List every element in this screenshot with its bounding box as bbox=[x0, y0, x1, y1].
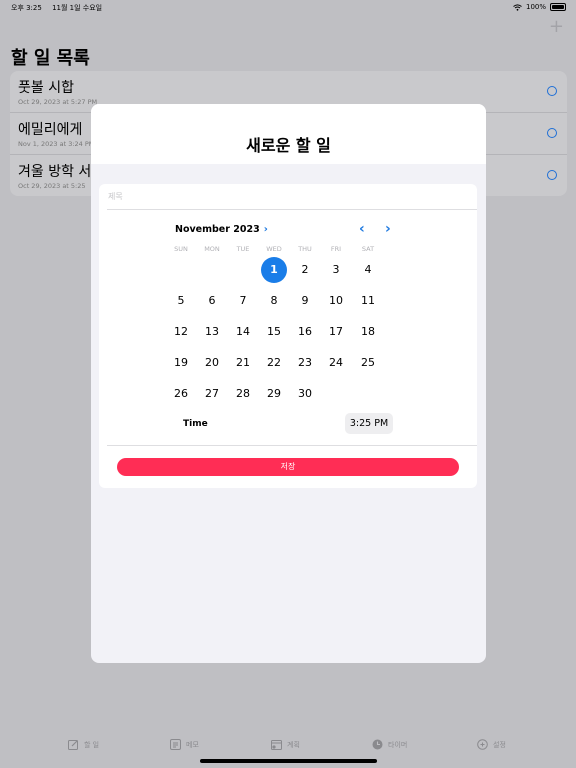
time-label: Time bbox=[183, 419, 208, 429]
tab-label: 타이머 bbox=[388, 740, 408, 749]
timer-icon bbox=[372, 739, 383, 750]
calendar-day[interactable]: 20 bbox=[199, 350, 225, 376]
calendar-day[interactable]: 29 bbox=[261, 381, 287, 407]
item-title: 겨울 방학 서 bbox=[18, 164, 92, 180]
calendar-day[interactable]: 2 bbox=[292, 257, 318, 283]
weekday-label: FRI bbox=[330, 245, 342, 253]
home-indicator bbox=[200, 759, 377, 763]
calendar-day[interactable]: 23 bbox=[292, 350, 318, 376]
item-title: 에밀리에게 bbox=[18, 122, 83, 138]
save-button[interactable]: 저장 bbox=[117, 458, 459, 476]
circle-icon[interactable] bbox=[547, 86, 557, 96]
calendar-day[interactable]: 8 bbox=[261, 288, 287, 314]
sheet-title: 새로운 할 일 bbox=[246, 136, 331, 155]
status-date: 11월 1일 수요일 bbox=[52, 4, 103, 12]
weekday-label: THU bbox=[298, 245, 312, 253]
divider bbox=[107, 209, 477, 210]
settings-icon bbox=[477, 739, 488, 750]
page-title: 할 일 목록 bbox=[11, 48, 90, 69]
calendar-day[interactable]: 6 bbox=[199, 288, 225, 314]
calendar-day[interactable]: 3 bbox=[323, 257, 349, 283]
tab-label: 메모 bbox=[186, 740, 199, 749]
battery-percent: 100% bbox=[525, 3, 546, 11]
calendar-day[interactable]: 10 bbox=[323, 288, 349, 314]
battery-level bbox=[552, 5, 564, 9]
circle-icon[interactable] bbox=[547, 128, 557, 138]
status-bar: 오후 3:25 11월 1일 수요일 100% bbox=[0, 0, 576, 16]
month-picker-button[interactable]: November 2023 › bbox=[175, 224, 268, 235]
sheet-header: 새로운 할 일 bbox=[91, 104, 486, 164]
weekday-label: SUN bbox=[174, 245, 188, 253]
month-label: November 2023 bbox=[175, 224, 260, 235]
plus-icon[interactable]: + bbox=[549, 18, 564, 36]
calendar-day[interactable]: 7 bbox=[230, 288, 256, 314]
tab-label: 할 일 bbox=[84, 740, 100, 749]
tab-label: 설정 bbox=[493, 740, 506, 749]
calendar-day[interactable]: 22 bbox=[261, 350, 287, 376]
circle-icon[interactable] bbox=[547, 170, 557, 180]
calendar-day[interactable]: 17 bbox=[323, 319, 349, 345]
tab-plan[interactable]: 계획 bbox=[271, 739, 300, 750]
tab-label: 계획 bbox=[287, 740, 300, 749]
calendar-day[interactable]: 9 bbox=[292, 288, 318, 314]
weekday-label: TUE bbox=[236, 245, 250, 253]
calendar-day[interactable]: 28 bbox=[230, 381, 256, 407]
tab-todo[interactable]: 할 일 bbox=[68, 739, 99, 750]
form-card: 제목 저장 bbox=[99, 184, 477, 488]
divider bbox=[107, 445, 477, 446]
calendar-day[interactable]: 26 bbox=[168, 381, 194, 407]
chevron-right-icon: › bbox=[263, 224, 268, 235]
calendar-day[interactable]: 27 bbox=[199, 381, 225, 407]
new-todo-sheet: 새로운 할 일 제목 저장 November 2023 › ‹ › SUN MON… bbox=[91, 104, 486, 663]
calendar-day[interactable]: 5 bbox=[168, 288, 194, 314]
calendar-day[interactable]: 24 bbox=[323, 350, 349, 376]
item-date: Nov 1, 2023 at 3:24 PM bbox=[18, 140, 95, 148]
tab-settings[interactable]: 설정 bbox=[477, 739, 506, 750]
calendar-day[interactable]: 15 bbox=[261, 319, 287, 345]
calendar-day[interactable]: 11 bbox=[355, 288, 381, 314]
time-picker[interactable]: 3:25 PM bbox=[345, 413, 393, 434]
status-left: 오후 3:25 11월 1일 수요일 bbox=[11, 3, 110, 13]
status-right: 100% bbox=[513, 3, 566, 11]
calendar-day[interactable]: 12 bbox=[168, 319, 194, 345]
calendar-day[interactable]: 25 bbox=[355, 350, 381, 376]
tab-memo[interactable]: 메모 bbox=[170, 739, 199, 750]
wifi-icon bbox=[513, 3, 522, 11]
calendar-day[interactable]: 30 bbox=[292, 381, 318, 407]
calendar-day[interactable]: 18 bbox=[355, 319, 381, 345]
weekday-label: MON bbox=[204, 245, 220, 253]
item-date: Oct 29, 2023 at 5:27 PM bbox=[18, 98, 98, 106]
battery-icon bbox=[550, 3, 566, 11]
item-title: 풋볼 시합 bbox=[18, 80, 74, 96]
item-date: Oct 29, 2023 at 5:25 bbox=[18, 182, 86, 190]
calendar-day[interactable]: 16 bbox=[292, 319, 318, 345]
tab-timer[interactable]: 타이머 bbox=[372, 739, 407, 750]
note-icon bbox=[170, 739, 181, 750]
status-time: 오후 3:25 bbox=[11, 4, 42, 12]
selected-day[interactable]: 1 bbox=[261, 257, 287, 283]
chevron-left-icon[interactable]: ‹ bbox=[359, 221, 365, 237]
calendar-day[interactable]: 21 bbox=[230, 350, 256, 376]
calendar-day[interactable]: 13 bbox=[199, 319, 225, 345]
calendar-day[interactable]: 4 bbox=[355, 257, 381, 283]
weekday-label: SAT bbox=[361, 245, 375, 253]
calendar-icon bbox=[271, 740, 282, 750]
weekday-label: WED bbox=[266, 245, 282, 253]
calendar-day[interactable]: 14 bbox=[230, 319, 256, 345]
title-input[interactable]: 제목 bbox=[108, 191, 123, 202]
chevron-right-icon[interactable]: › bbox=[385, 221, 391, 237]
edit-icon bbox=[68, 740, 78, 750]
calendar-day[interactable]: 19 bbox=[168, 350, 194, 376]
